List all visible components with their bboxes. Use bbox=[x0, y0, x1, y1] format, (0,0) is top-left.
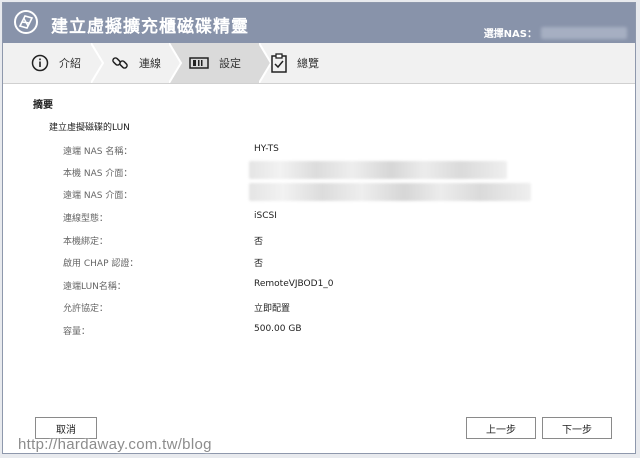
summary-row: 允許協定： 立即配置 bbox=[3, 301, 603, 317]
row-value: 否 bbox=[254, 237, 264, 247]
row-label: 遠端LUN名稱： bbox=[63, 282, 126, 292]
step-intro: 介紹 bbox=[31, 43, 81, 83]
row-value: iSCSI bbox=[254, 211, 277, 221]
row-label: 允許協定： bbox=[63, 304, 109, 314]
summary-row: 本機綁定： 否 bbox=[3, 234, 603, 250]
row-label: 本機綁定： bbox=[63, 237, 109, 247]
nas-selector-value bbox=[541, 26, 627, 39]
wizard-steps: 介紹 連線 設定 總覽 bbox=[3, 43, 635, 84]
info-icon bbox=[31, 54, 49, 72]
link-icon bbox=[112, 57, 128, 69]
step-connect-label: 連線 bbox=[139, 57, 161, 70]
row-value: RemoteVJBOD1_0 bbox=[254, 279, 334, 289]
row-label: 連線型態： bbox=[63, 214, 109, 224]
next-button[interactable]: 下一步 bbox=[542, 417, 612, 439]
summary-row: 遠端 NAS 名稱： HY-TS bbox=[3, 144, 603, 160]
row-value: HY-TS bbox=[254, 144, 279, 154]
nas-selector-label: 選擇NAS： bbox=[483, 29, 537, 40]
title-bar: 建立虛擬擴充櫃磁碟精靈 選擇NAS： bbox=[3, 3, 635, 43]
row-label: 容量： bbox=[63, 327, 91, 337]
row-label: 遠端 NAS 介面： bbox=[63, 191, 133, 201]
window-title: 建立虛擬擴充櫃磁碟精靈 bbox=[51, 17, 249, 37]
row-value: 否 bbox=[254, 259, 264, 269]
drive-settings-icon bbox=[189, 57, 209, 69]
step-settings: 設定 bbox=[189, 43, 241, 83]
row-label: 遠端 NAS 名稱： bbox=[63, 147, 133, 157]
step-connect: 連線 bbox=[111, 43, 161, 83]
step-settings-label: 設定 bbox=[219, 57, 241, 70]
row-label: 啟用 CHAP 認證： bbox=[63, 259, 139, 269]
step-separator bbox=[169, 43, 183, 83]
step-summary-label: 總覽 bbox=[297, 57, 319, 70]
wizard-content: 摘要 建立虛擬磁碟的LUN 遠端 NAS 名稱： HY-TS 本機 NAS 介面… bbox=[3, 84, 635, 453]
summary-row: 啟用 CHAP 認證： 否 bbox=[3, 256, 603, 272]
step-intro-label: 介紹 bbox=[59, 57, 81, 70]
section-heading: 建立虛擬磁碟的LUN bbox=[49, 123, 130, 133]
summary-row: 本機 NAS 介面： bbox=[3, 161, 603, 182]
summary-row: 連線型態： iSCSI bbox=[3, 211, 603, 227]
summary-row: 容量： 500.00 GB bbox=[3, 324, 603, 340]
watermark: http://hardaway.com.tw/blog bbox=[18, 436, 212, 453]
step-summary: 總覽 bbox=[271, 43, 319, 83]
row-value-redacted bbox=[249, 183, 531, 201]
row-label: 本機 NAS 介面： bbox=[63, 169, 133, 179]
summary-row: 遠端 NAS 介面： bbox=[3, 183, 603, 204]
clipboard-check-icon bbox=[271, 53, 287, 73]
nas-selector[interactable]: 選擇NAS： bbox=[484, 25, 627, 40]
row-value: 立即配置 bbox=[254, 304, 291, 314]
summary-heading: 摘要 bbox=[33, 100, 53, 111]
wizard-window: 建立虛擬擴充櫃磁碟精靈 選擇NAS： 介紹 連線 設定 總覽 摘要 建立虛擬磁碟… bbox=[2, 2, 636, 454]
back-button[interactable]: 上一步 bbox=[466, 417, 536, 439]
row-value: 500.00 GB bbox=[254, 324, 302, 334]
summary-row: 遠端LUN名稱： RemoteVJBOD1_0 bbox=[3, 279, 603, 295]
row-value-redacted bbox=[249, 161, 507, 179]
step-separator bbox=[91, 43, 105, 83]
app-icon bbox=[14, 10, 38, 34]
